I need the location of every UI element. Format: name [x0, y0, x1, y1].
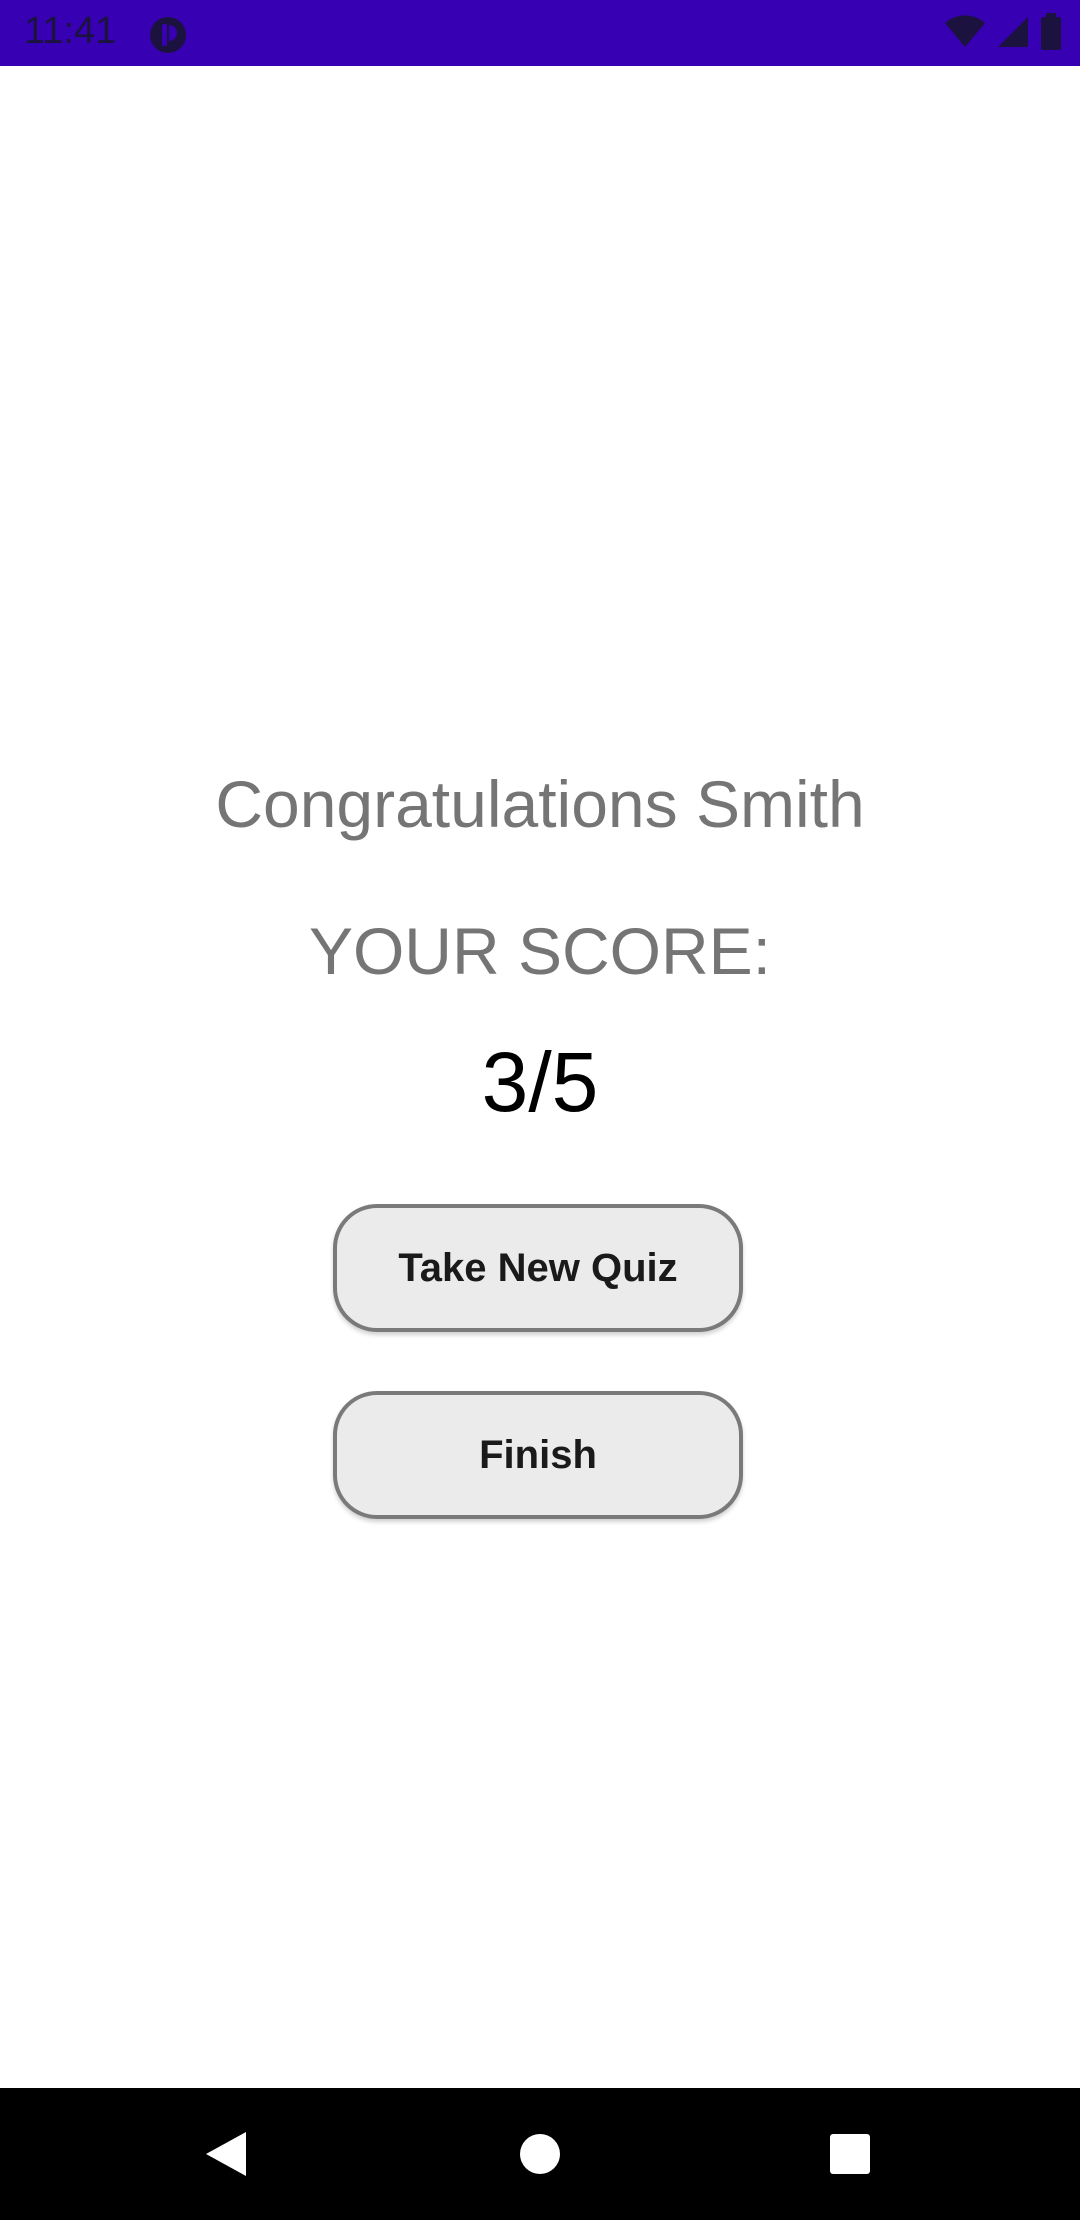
navigation-bar [0, 2088, 1080, 2220]
battery-icon [1040, 12, 1062, 56]
status-time: 11:41 [24, 10, 117, 52]
status-bar: 11:41 [0, 0, 1080, 66]
wifi-icon [944, 14, 986, 54]
home-icon[interactable] [504, 2118, 576, 2190]
score-label: YOUR SCORE: [308, 914, 772, 988]
back-icon[interactable] [190, 2118, 262, 2190]
app-notification-icon [148, 15, 188, 55]
finish-button[interactable]: Finish [333, 1391, 743, 1519]
recents-icon[interactable] [814, 2118, 886, 2190]
status-icons [944, 12, 1062, 56]
score-value: 3/5 [481, 1035, 599, 1129]
take-new-quiz-button[interactable]: Take New Quiz [333, 1204, 743, 1332]
signal-icon [996, 15, 1030, 54]
greeting-text: Congratulations Smith [215, 767, 865, 841]
result-screen: Congratulations Smith YOUR SCORE: 3/5 Ta… [0, 66, 1080, 2088]
